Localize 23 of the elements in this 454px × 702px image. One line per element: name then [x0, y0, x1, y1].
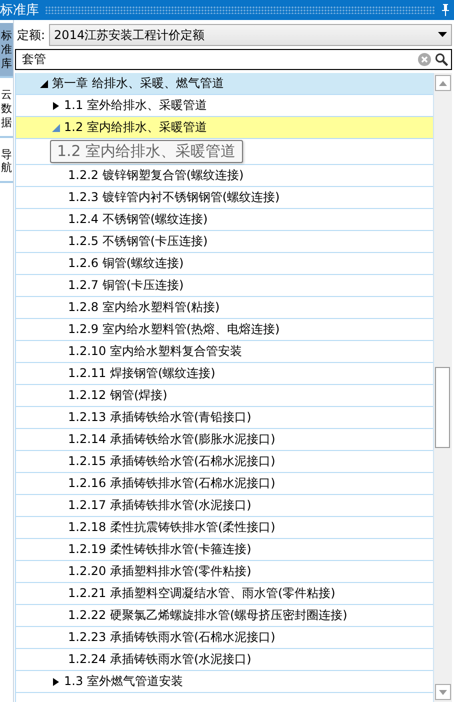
- side-tab[interactable]: 云数据: [0, 82, 13, 138]
- expand-triangle-icon[interactable]: [52, 678, 60, 686]
- scroll-down-button[interactable]: [435, 684, 451, 700]
- down-arrow-icon: [439, 690, 447, 694]
- collapse-triangle-icon[interactable]: [40, 80, 48, 88]
- side-tab[interactable]: 导航: [0, 142, 13, 183]
- tree-item[interactable]: 第一章 给排水、采暖、燃气管道: [16, 73, 433, 95]
- quota-label: 定额:: [16, 26, 46, 44]
- search-icon[interactable]: [435, 53, 448, 66]
- expand-triangle-icon[interactable]: [52, 102, 60, 110]
- scrollbar[interactable]: [433, 73, 452, 702]
- window-title: 标准库: [0, 2, 39, 19]
- tree-item[interactable]: 1.2 室内给排水、采暖管道: [16, 117, 433, 139]
- quota-dropdown[interactable]: 2014江苏安装工程计价定额: [49, 24, 452, 46]
- side-tab[interactable]: 标准库: [0, 23, 13, 78]
- up-arrow-icon: [439, 80, 447, 86]
- caret-icon: [438, 32, 447, 38]
- scroll-thumb[interactable]: [435, 367, 450, 448]
- tooltip: 1.2 室内给排水、采暖管道: [50, 140, 243, 163]
- clear-icon[interactable]: [418, 53, 431, 66]
- pin-icon[interactable]: [441, 4, 450, 16]
- search-field[interactable]: 套管: [15, 49, 452, 70]
- scroll-up-button[interactable]: [435, 75, 451, 91]
